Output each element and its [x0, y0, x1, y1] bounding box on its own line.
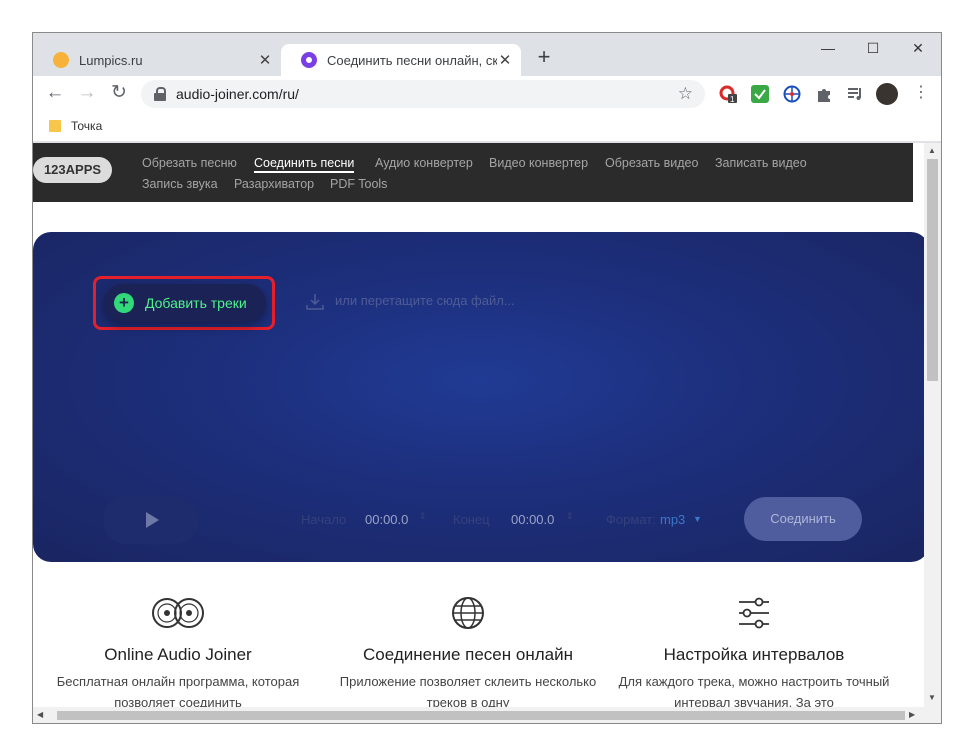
- 123apps-favicon: [301, 52, 317, 68]
- scroll-right-icon[interactable]: ▶: [909, 710, 915, 719]
- nav-link-join-songs[interactable]: Соединить песни: [254, 156, 355, 173]
- horizontal-scrollbar[interactable]: ◀ ▶: [33, 707, 941, 723]
- feature-title: Настройка интервалов: [663, 645, 845, 664]
- vertical-scroll-thumb[interactable]: [927, 159, 938, 381]
- extension-badge: 1: [730, 95, 735, 103]
- feature-title: Online Audio Joiner: [104, 645, 252, 664]
- scroll-up-icon[interactable]: ▲: [928, 146, 936, 155]
- sliders-icon: [609, 596, 899, 630]
- maximize-icon[interactable]: ☐: [858, 39, 888, 59]
- site-navigation: 123APPS Обрезать песню Соединить песни А…: [33, 143, 913, 202]
- folder-icon: [49, 120, 61, 132]
- joiner-panel: + Добавить треки или перетащите сюда фай…: [33, 232, 929, 562]
- nav-link-pdf-tools[interactable]: PDF Tools: [330, 177, 387, 191]
- horizontal-scroll-thumb[interactable]: [57, 711, 905, 720]
- tab-audio-joiner[interactable]: Соединить песни онлайн, склеи ✕: [281, 44, 521, 76]
- highlight-frame: + Добавить треки: [93, 276, 275, 330]
- scroll-left-icon[interactable]: ◀: [37, 710, 43, 719]
- forward-icon[interactable]: →: [75, 82, 99, 106]
- bookmarks-bar: Точка: [33, 112, 941, 142]
- feature-intervals: Настройка интервалов Для каждого трека, …: [609, 596, 899, 707]
- menu-dots-icon[interactable]: ⋮: [909, 82, 933, 106]
- reload-icon[interactable]: ↻: [107, 82, 131, 106]
- drop-hint: или перетащите сюда файл...: [335, 293, 515, 308]
- plus-circle-icon: +: [114, 293, 134, 313]
- tab-lumpics[interactable]: Lumpics.ru ✕: [33, 44, 281, 76]
- end-stepper-icon[interactable]: ⇕: [566, 511, 574, 522]
- download-icon: [306, 294, 324, 310]
- close-window-icon[interactable]: ✕: [903, 39, 933, 59]
- nav-link-audio-converter[interactable]: Аудио конвертер: [375, 156, 473, 170]
- globe-icon: [323, 596, 613, 630]
- format-select[interactable]: mp3: [660, 512, 685, 527]
- chevron-down-icon[interactable]: ▼: [693, 514, 702, 524]
- feature-text: Приложение позволяет склеить несколько т…: [339, 674, 597, 707]
- feature-text: Бесплатная онлайн программа, которая поз…: [56, 674, 300, 707]
- extension-vpn-icon[interactable]: [783, 85, 801, 103]
- feature-title: Соединение песен онлайн: [363, 645, 573, 664]
- start-stepper-icon[interactable]: ⇕: [419, 511, 427, 522]
- lock-icon[interactable]: [154, 87, 166, 101]
- bookmark-folder[interactable]: Точка: [49, 119, 102, 133]
- lumpics-favicon: [53, 52, 69, 68]
- nav-link-record-video[interactable]: Записать видео: [715, 156, 807, 170]
- browser-toolbar: ← → ↻ audio-joiner.com/ru/ ☆ 1 ⋮: [33, 76, 941, 112]
- nav-link-trim-video[interactable]: Обрезать видео: [605, 156, 698, 170]
- tab-title: Соединить песни онлайн, склеи: [327, 52, 497, 68]
- nav-link-record-sound[interactable]: Запись звука: [142, 177, 218, 191]
- back-icon[interactable]: ←: [43, 82, 67, 106]
- start-time-input[interactable]: 00:00.0: [365, 512, 408, 527]
- profile-avatar[interactable]: [876, 83, 898, 105]
- extension-opera-icon[interactable]: 1: [719, 85, 737, 104]
- nav-link-trim-song[interactable]: Обрезать песню: [142, 156, 237, 170]
- play-button[interactable]: [103, 496, 199, 544]
- tab-title: Lumpics.ru: [79, 52, 143, 68]
- join-button[interactable]: Соединить: [744, 497, 862, 541]
- close-tab-icon[interactable]: ✕: [257, 52, 273, 69]
- close-tab-icon[interactable]: ✕: [497, 52, 513, 69]
- add-tracks-label: Добавить треки: [145, 295, 247, 311]
- page-content: 123APPS Обрезать песню Соединить песни А…: [33, 143, 941, 707]
- extensions-puzzle-icon[interactable]: [815, 85, 833, 103]
- scroll-down-icon[interactable]: ▼: [928, 693, 936, 702]
- star-icon[interactable]: ☆: [678, 84, 693, 104]
- browser-window: Lumpics.ru ✕ Соединить песни онлайн, скл…: [32, 32, 942, 724]
- nav-link-unarchiver[interactable]: Разархиватор: [234, 177, 314, 191]
- feature-text: Для каждого трека, можно настроить точны…: [618, 674, 890, 707]
- end-label: Конец: [453, 512, 490, 527]
- feature-join-songs: Соединение песен онлайн Приложение позво…: [323, 596, 613, 707]
- minimize-icon[interactable]: —: [813, 39, 843, 59]
- vertical-scrollbar[interactable]: ▲ ▼: [924, 143, 941, 707]
- site-logo[interactable]: 123APPS: [33, 157, 112, 183]
- nav-link-video-converter[interactable]: Видео конвертер: [489, 156, 588, 170]
- bookmark-label[interactable]: Точка: [71, 119, 102, 133]
- format-label: Формат:: [606, 512, 656, 527]
- address-bar[interactable]: audio-joiner.com/ru/ ☆: [141, 80, 705, 108]
- feature-online-joiner: Online Audio Joiner Бесплатная онлайн пр…: [33, 596, 323, 707]
- end-time-input[interactable]: 00:00.0: [511, 512, 554, 527]
- start-label: Начало: [301, 512, 347, 527]
- vinyl-icon: [33, 596, 323, 630]
- media-control-icon[interactable]: [846, 85, 864, 103]
- extension-check-icon[interactable]: [751, 85, 769, 103]
- new-tab-icon[interactable]: +: [533, 46, 555, 69]
- add-tracks-button[interactable]: + Добавить треки: [104, 284, 266, 322]
- tab-strip: Lumpics.ru ✕ Соединить песни онлайн, скл…: [33, 33, 941, 76]
- url-text[interactable]: audio-joiner.com/ru/: [176, 86, 299, 102]
